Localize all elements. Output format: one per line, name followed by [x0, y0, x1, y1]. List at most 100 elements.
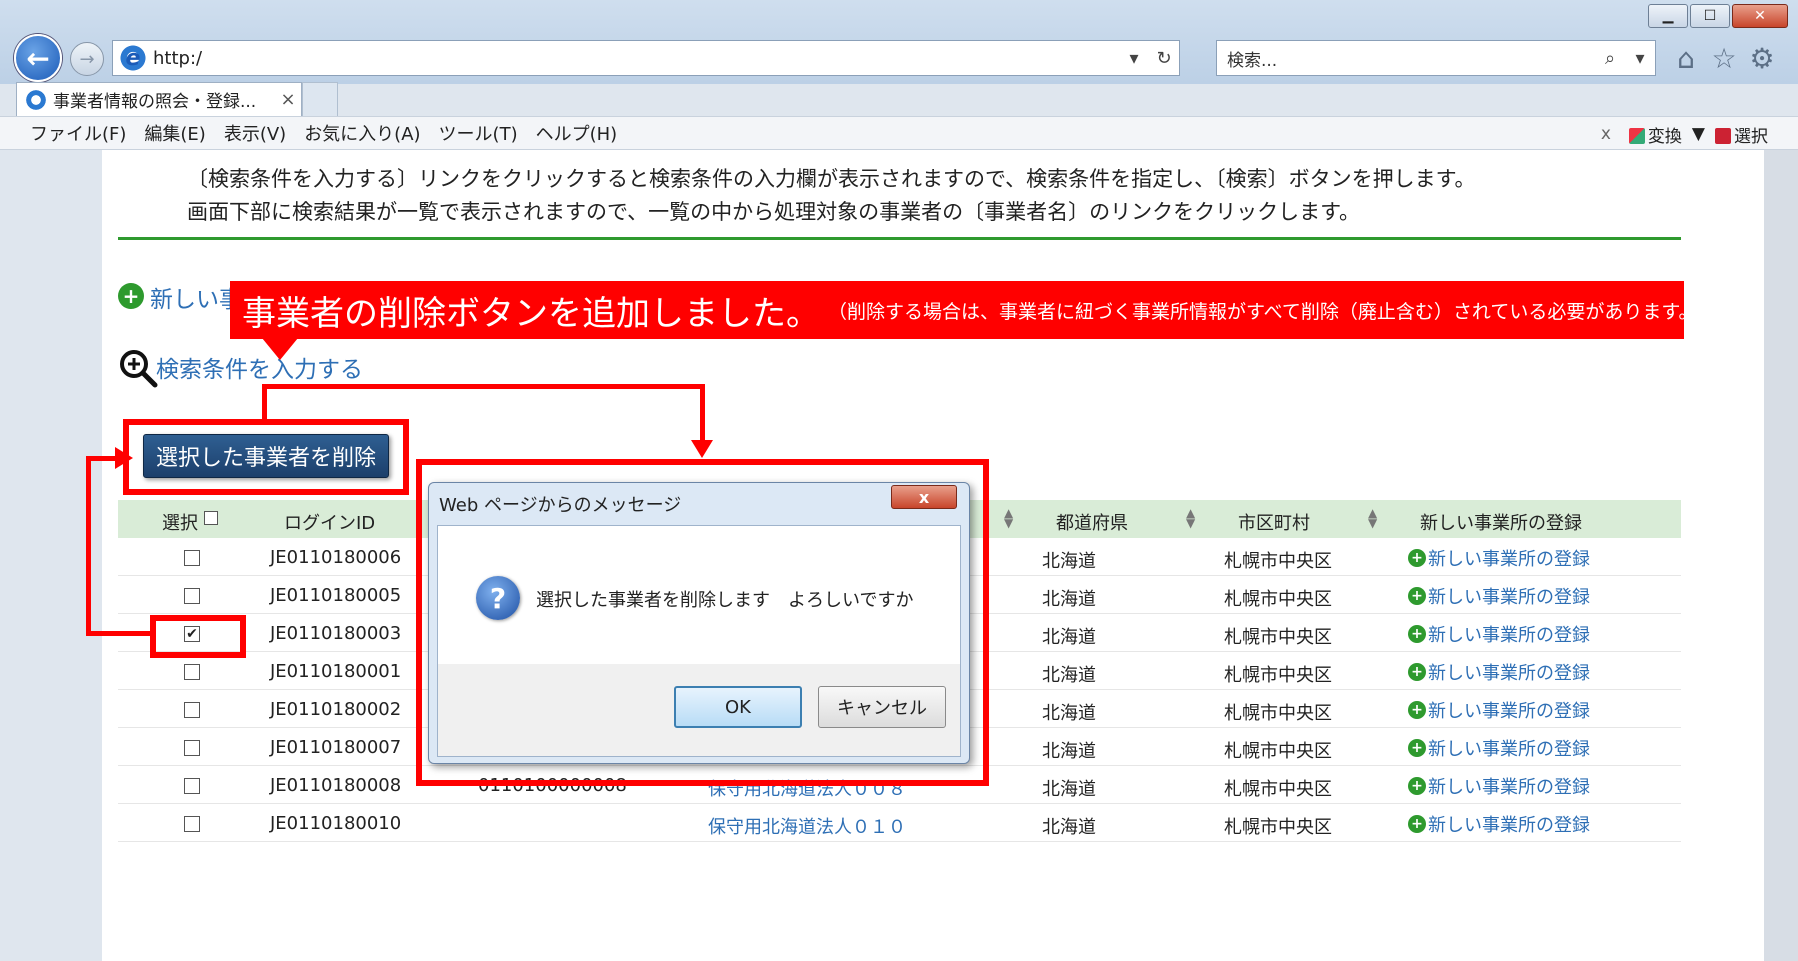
- menu-tools[interactable]: ツール(T): [439, 120, 518, 146]
- search-criteria-link[interactable]: 検索条件を入力する: [156, 350, 363, 384]
- new-office-link-label: 新しい事業所の登録: [1428, 777, 1590, 798]
- back-button[interactable]: ←: [14, 34, 62, 82]
- menu-help[interactable]: ヘルプ(H): [536, 120, 618, 146]
- menu-file[interactable]: ファイル(F): [30, 120, 126, 146]
- back-arrow-icon: ←: [26, 41, 50, 75]
- row-checkbox[interactable]: [184, 702, 200, 718]
- search-dropdown-icon[interactable]: ▾: [1625, 48, 1655, 69]
- row-checkbox[interactable]: [184, 740, 200, 756]
- tab-close-icon[interactable]: ×: [275, 89, 301, 110]
- new-office-link[interactable]: + 新しい事業所の登録: [1408, 621, 1590, 647]
- convert-icon: [1628, 127, 1645, 144]
- add-circle-icon: +: [1408, 701, 1426, 719]
- sort-icon[interactable]: ▲ ▼: [1004, 507, 1013, 529]
- new-tab-button[interactable]: [302, 82, 338, 116]
- add-circle-icon: +: [1408, 549, 1426, 567]
- search-icon[interactable]: ⌕: [1595, 48, 1625, 69]
- search-box[interactable]: 検索... ⌕ ▾: [1216, 40, 1656, 76]
- sort-icon[interactable]: ▲ ▼: [1368, 507, 1377, 529]
- prefecture: 北海道: [1042, 703, 1096, 724]
- new-office-link[interactable]: + 新しい事業所の登録: [1408, 697, 1590, 723]
- annotation-sub-text: （削除する場合は、事業者に紐づく事業所情報がすべて削除（廃止含む）されている必要…: [828, 300, 1707, 323]
- window-close-button[interactable]: ✕: [1732, 4, 1788, 28]
- login-id: JE0110180002: [270, 699, 402, 720]
- select-button[interactable]: 選択: [1715, 122, 1768, 147]
- search-placeholder[interactable]: 検索...: [1227, 46, 1595, 71]
- city: 札幌市中央区: [1224, 779, 1332, 800]
- menu-favorites[interactable]: お気に入り(A): [304, 120, 420, 146]
- home-icon[interactable]: ⌂: [1668, 40, 1704, 76]
- row-checkbox[interactable]: [184, 816, 200, 832]
- prefecture: 北海道: [1042, 779, 1096, 800]
- connector-line: [86, 631, 154, 636]
- new-office-link-label: 新しい事業所の登録: [1428, 549, 1590, 570]
- city: 札幌市中央区: [1224, 665, 1332, 686]
- add-circle-icon: +: [1408, 777, 1426, 795]
- refresh-icon[interactable]: ↻: [1149, 48, 1179, 69]
- row-checkbox[interactable]: [184, 664, 200, 680]
- connector-arrow: [691, 440, 713, 458]
- header-city: 市区町村: [1238, 513, 1310, 534]
- new-office-link[interactable]: + 新しい事業所の登録: [1408, 735, 1590, 761]
- table-row: JE0110180010 保守用北海道法人０１０ 北海道 札幌市中央区 + 新しい…: [118, 804, 1681, 842]
- menu-bar: ファイル(F) 編集(E) 表示(V) お気に入り(A) ツール(T) ヘルプ(…: [0, 116, 1798, 150]
- login-id: JE0110180010: [270, 813, 402, 834]
- convert-button[interactable]: 変換: [1628, 122, 1682, 147]
- tab-ie-icon: [25, 88, 47, 111]
- new-office-link[interactable]: + 新しい事業所の登録: [1408, 811, 1590, 837]
- minimize-button[interactable]: ▁: [1648, 4, 1688, 28]
- add-circle-icon: +: [1408, 815, 1426, 833]
- convert-dropdown-icon[interactable]: ▼: [1692, 124, 1705, 144]
- maximize-button[interactable]: ☐: [1690, 4, 1730, 28]
- new-office-link[interactable]: + 新しい事業所の登録: [1408, 583, 1590, 609]
- prefecture: 北海道: [1042, 741, 1096, 762]
- new-office-link[interactable]: + 新しい事業所の登録: [1408, 773, 1590, 799]
- city: 札幌市中央区: [1224, 551, 1332, 572]
- new-office-link-label: 新しい事業所の登録: [1428, 739, 1590, 760]
- settings-gear-icon[interactable]: ⚙: [1744, 40, 1780, 76]
- description-line-2: 画面下部に検索結果が一覧で表示されますので、一覧の中から処理対象の事業者の〔事業…: [187, 200, 1361, 224]
- address-url[interactable]: http:/: [153, 48, 1119, 69]
- dropdown-arrow-icon[interactable]: ▾: [1119, 48, 1149, 69]
- favorites-star-icon[interactable]: ☆: [1706, 40, 1742, 76]
- row-checkbox[interactable]: [184, 588, 200, 604]
- city: 札幌市中央区: [1224, 589, 1332, 610]
- new-office-link-label: 新しい事業所の登録: [1428, 701, 1590, 722]
- highlight-dialog: [416, 459, 989, 786]
- select-icon: [1715, 127, 1731, 144]
- row-checkbox[interactable]: [184, 778, 200, 794]
- add-circle-icon: +: [1408, 625, 1426, 643]
- add-circle-icon[interactable]: +: [118, 283, 144, 309]
- convert-label: 変換: [1647, 126, 1682, 147]
- new-office-link[interactable]: + 新しい事業所の登録: [1408, 545, 1590, 571]
- toolbar-right: x 変換 ▼ 選択: [1601, 117, 1768, 151]
- prefecture: 北海道: [1042, 665, 1096, 686]
- menu-view[interactable]: 表示(V): [224, 120, 286, 146]
- login-id: JE0110180006: [270, 547, 402, 568]
- login-id: JE0110180003: [270, 623, 402, 644]
- login-id: JE0110180005: [270, 585, 402, 606]
- tab-active[interactable]: 事業者情報の照会・登録... ×: [16, 82, 302, 116]
- business-name-link[interactable]: 保守用北海道法人０１０: [708, 813, 906, 839]
- select-all-checkbox[interactable]: [204, 511, 218, 525]
- tab-title: 事業者情報の照会・登録...: [53, 92, 257, 112]
- select-label: 選択: [1734, 126, 1768, 147]
- row-checkbox[interactable]: [184, 550, 200, 566]
- zoom-in-icon[interactable]: [118, 348, 158, 388]
- address-bar[interactable]: e http:/ ▾ ↻: [112, 40, 1180, 76]
- sort-icon[interactable]: ▲ ▼: [1186, 507, 1195, 529]
- new-office-link-label: 新しい事業所の登録: [1428, 587, 1590, 608]
- menu-edit[interactable]: 編集(E): [144, 120, 205, 146]
- header-new-office: 新しい事業所の登録: [1420, 513, 1582, 534]
- login-id: JE0110180007: [270, 737, 402, 758]
- new-office-link[interactable]: + 新しい事業所の登録: [1408, 659, 1590, 685]
- new-business-link[interactable]: 新しい事: [150, 280, 242, 314]
- annotation-callout: 事業者の削除ボタンを追加しました。 （削除する場合は、事業者に紐づく事業所情報が…: [230, 281, 1707, 339]
- callout-pointer: [262, 338, 298, 360]
- toolbar-close-icon[interactable]: x: [1601, 124, 1611, 144]
- description-line-1: 〔検索条件を入力する〕リンクをクリックすると検索条件の入力欄が表示されますので、…: [187, 167, 1476, 191]
- highlight-checked-row: [150, 615, 246, 658]
- forward-button[interactable]: →: [70, 42, 104, 76]
- connector-line: [262, 384, 267, 422]
- city: 札幌市中央区: [1224, 741, 1332, 762]
